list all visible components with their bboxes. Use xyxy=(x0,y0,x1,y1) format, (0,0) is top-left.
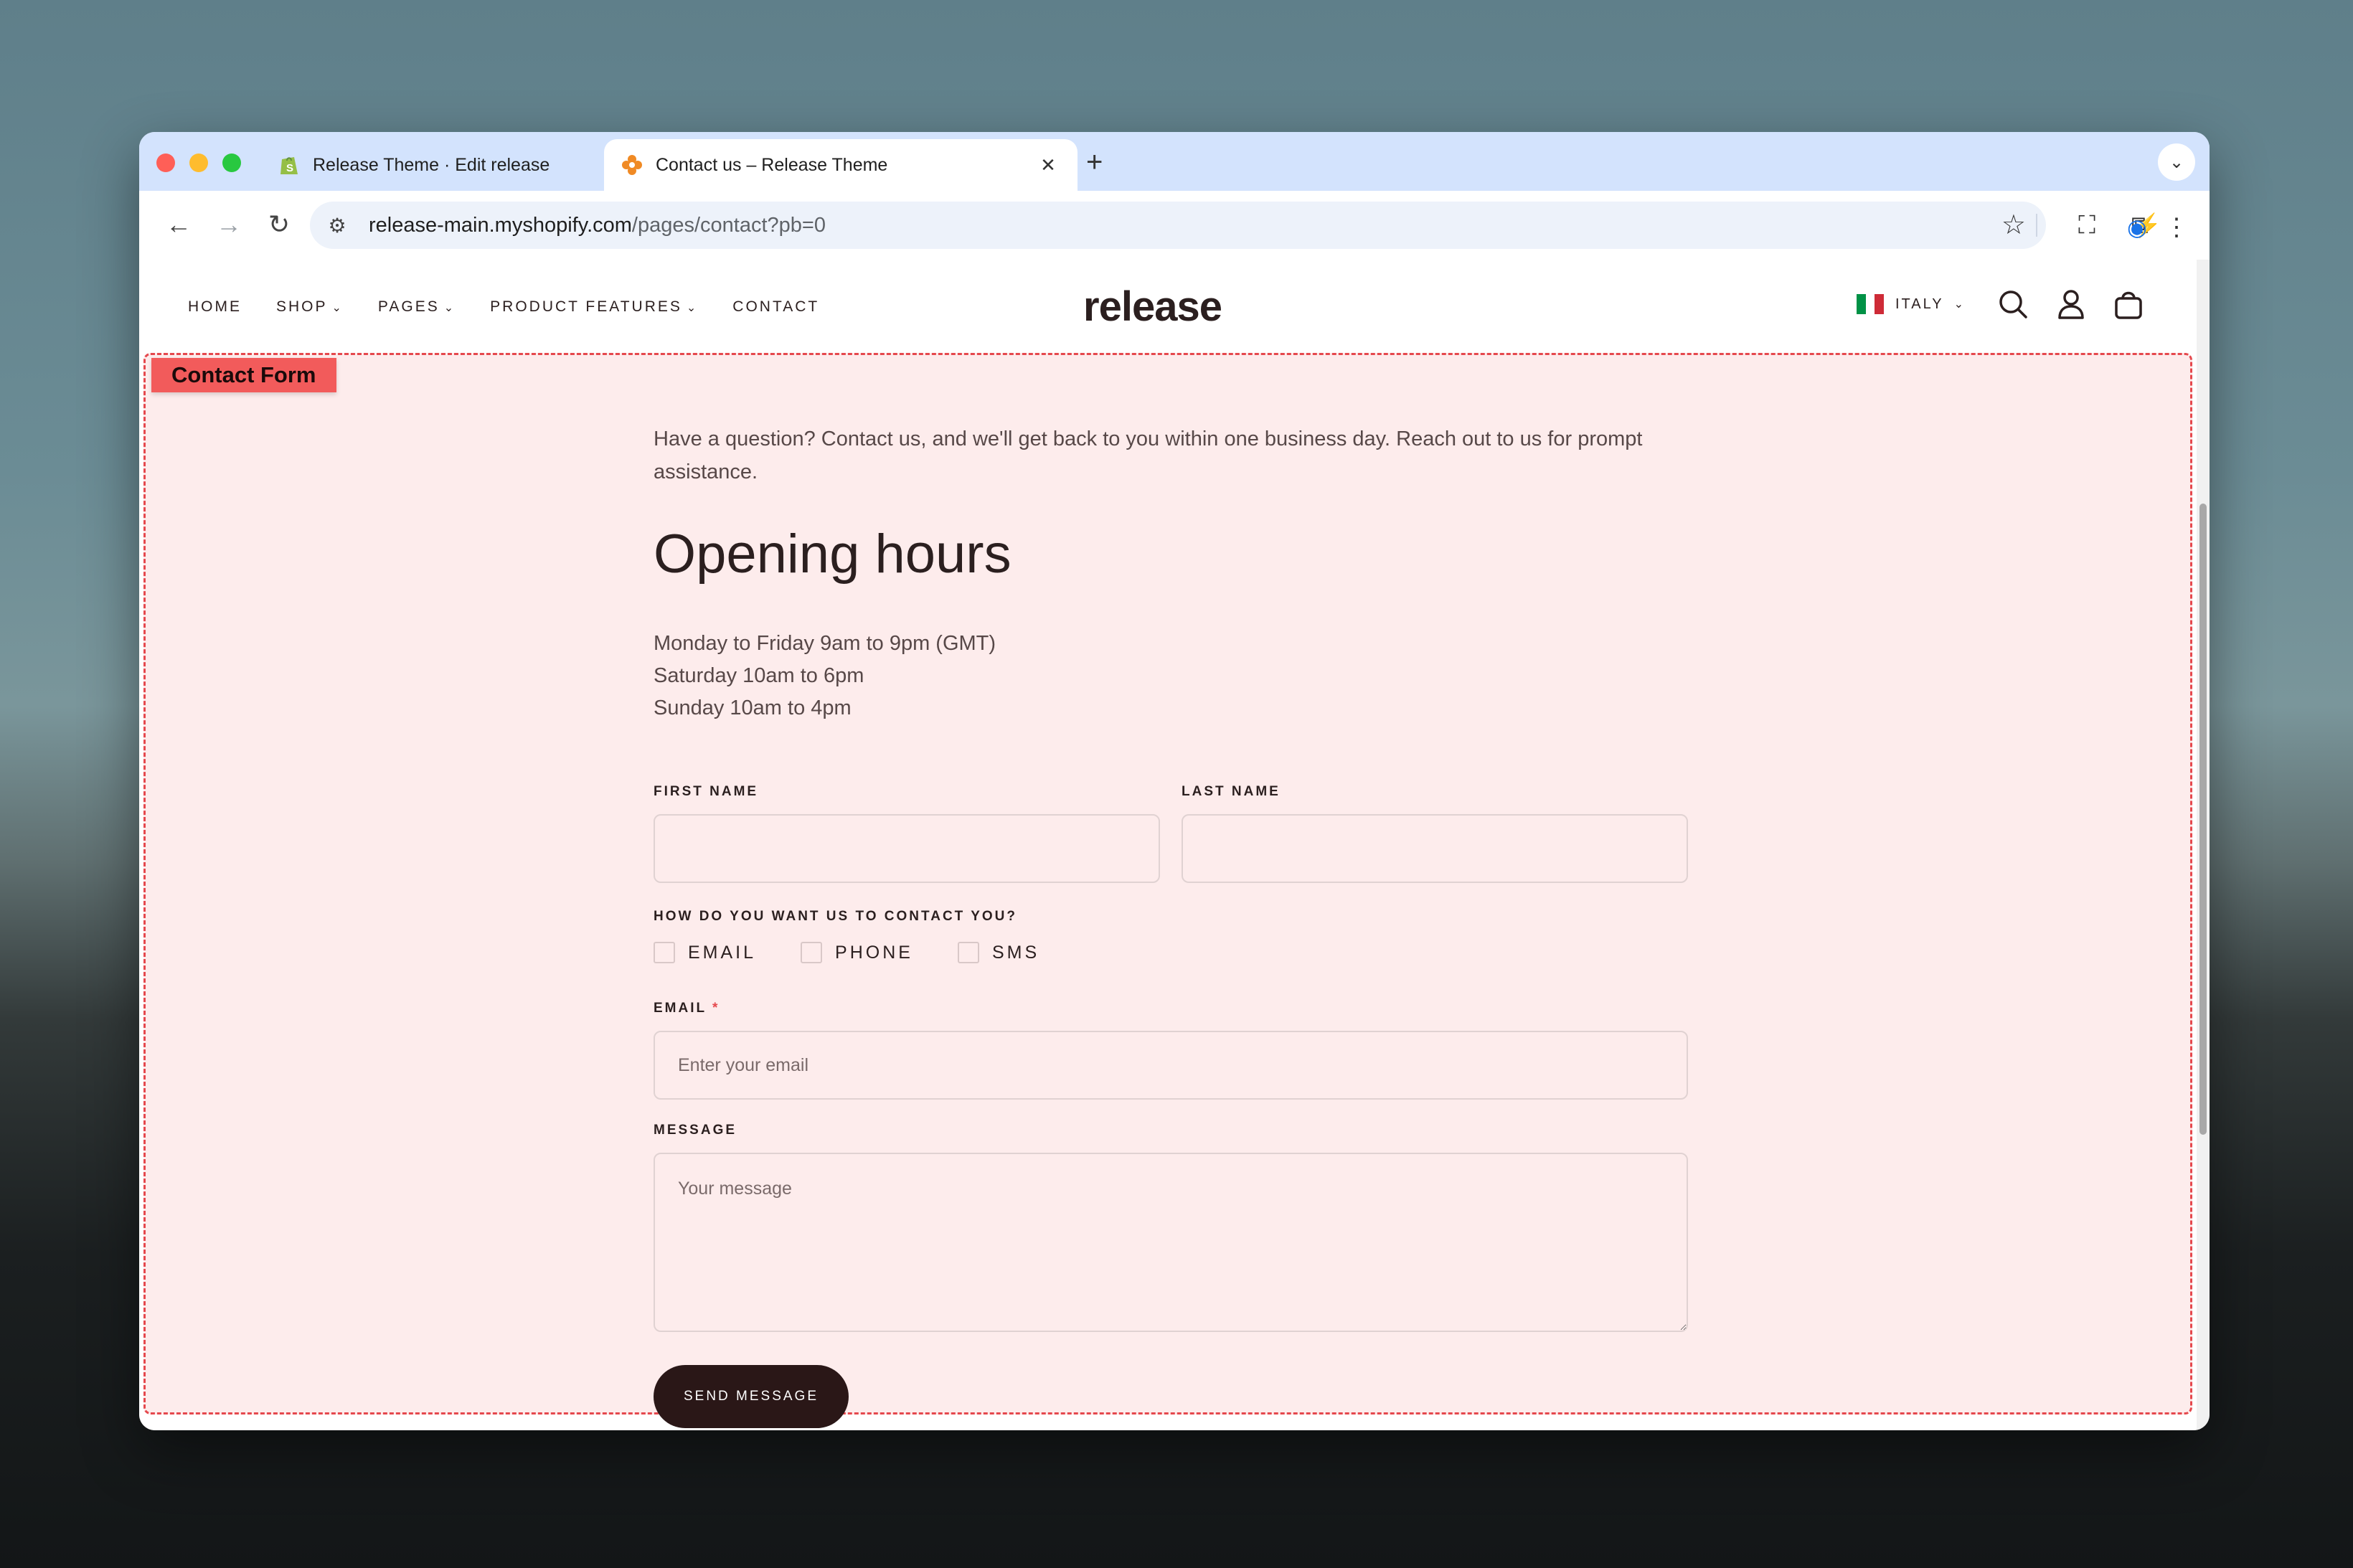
tab-bar: S Release Theme · Edit release ✕ Contact… xyxy=(139,132,2210,191)
url-host: release-main.myshopify.com xyxy=(369,213,632,237)
chevron-down-icon: ⌄ xyxy=(443,302,456,314)
nav-label: CONTACT xyxy=(732,298,820,315)
country-selector[interactable]: ITALY ⌄ xyxy=(1857,294,1966,314)
first-name-label: FIRST NAME xyxy=(654,784,759,799)
page-title: Opening hours xyxy=(654,524,1012,585)
contact-intro: Have a question? Contact us, and we'll g… xyxy=(654,428,1643,483)
required-marker: * xyxy=(712,1001,720,1016)
search-icon[interactable] xyxy=(1993,284,2034,326)
toolbar-divider xyxy=(2036,214,2037,237)
nav-label: PAGES xyxy=(377,298,440,315)
shop-page: HOME SHOP ⌄ PAGES ⌄ PRODUCT FEATURES ⌄ CONT… xyxy=(139,260,2197,1430)
maximize-window-button[interactable] xyxy=(222,154,241,172)
message-label: MESSAGE xyxy=(654,1123,737,1138)
email-field[interactable] xyxy=(654,1031,1688,1100)
tab-search-chevron-icon[interactable]: ⌄ xyxy=(2158,143,2195,181)
nav-shop[interactable]: SHOP ⌄ xyxy=(276,298,344,316)
last-name-field[interactable] xyxy=(1182,814,1688,883)
close-window-button[interactable] xyxy=(156,154,175,172)
site-settings-icon[interactable]: ⚙ xyxy=(323,214,352,237)
chevron-down-icon: ⌄ xyxy=(1953,298,1966,311)
email-label: EMAIL * xyxy=(654,1001,720,1016)
reload-icon[interactable]: ↻ xyxy=(261,207,297,242)
account-icon[interactable] xyxy=(2050,284,2092,326)
contact-method-options: EMAIL PHONE SMS xyxy=(654,942,1084,963)
cart-bag-icon[interactable] xyxy=(2108,284,2149,326)
url-path: /pages/contact?pb=0 xyxy=(631,213,826,237)
nav-pages[interactable]: PAGES ⌄ xyxy=(378,298,456,316)
release-theme-favicon xyxy=(622,155,642,175)
main-nav: HOME SHOP ⌄ PAGES ⌄ PRODUCT FEATURES ⌄ CONT… xyxy=(188,298,854,316)
scrollbar-thumb[interactable] xyxy=(2199,504,2207,1135)
tab-contact-us[interactable]: Contact us – Release Theme ✕ xyxy=(604,139,1078,191)
browser-menu-icon[interactable]: ⋮ xyxy=(2162,208,2191,247)
phone-checkbox[interactable] xyxy=(801,942,823,963)
sms-checkbox[interactable] xyxy=(957,942,979,963)
page-scrollbar[interactable] xyxy=(2197,260,2210,1430)
profile-avatar-icon[interactable]: ◉ xyxy=(2118,208,2156,247)
send-message-button[interactable]: SEND MESSAGE xyxy=(654,1365,849,1428)
option-label: PHONE xyxy=(835,942,913,963)
bookmark-star-icon[interactable]: ☆ xyxy=(2001,209,2026,241)
message-textarea[interactable] xyxy=(654,1153,1688,1332)
nav-label: HOME xyxy=(188,298,242,315)
nav-label: SHOP xyxy=(276,298,328,315)
shopify-icon: S xyxy=(280,157,298,174)
hours-line: Monday to Friday 9am to 9pm (GMT) xyxy=(654,632,996,655)
browser-toolbar: ← → ↻ ⚙ release-main.myshopify.com/pages… xyxy=(139,191,2210,261)
browser-window: S Release Theme · Edit release ✕ Contact… xyxy=(139,132,2210,1430)
sms-checkbox-option[interactable]: SMS xyxy=(957,942,1040,963)
italy-flag-icon xyxy=(1857,294,1885,314)
close-icon[interactable]: ✕ xyxy=(1036,154,1060,176)
hours-line: Saturday 10am to 6pm xyxy=(654,664,864,687)
opening-hours-list: Monday to Friday 9am to 9pm (GMT) Saturd… xyxy=(654,628,996,724)
address-bar[interactable]: ⚙ release-main.myshopify.com/pages/conta… xyxy=(310,202,2046,249)
email-checkbox[interactable] xyxy=(654,942,675,963)
country-label: ITALY xyxy=(1895,296,1944,312)
new-tab-button[interactable]: + xyxy=(1086,148,1103,176)
last-name-label: LAST NAME xyxy=(1182,784,1281,799)
screenshot-icon[interactable]: ⛶ xyxy=(2067,207,2106,244)
svg-text:S: S xyxy=(286,162,293,174)
first-name-field[interactable] xyxy=(654,814,1160,883)
contact-method-label: HOW DO YOU WANT US TO CONTACT YOU? xyxy=(654,909,1017,924)
nav-home[interactable]: HOME xyxy=(188,298,242,316)
hours-line: Sunday 10am to 4pm xyxy=(654,696,852,719)
option-label: SMS xyxy=(991,942,1040,963)
nav-product-features[interactable]: PRODUCT FEATURES ⌄ xyxy=(490,298,698,316)
back-arrow-icon[interactable]: ← xyxy=(161,207,197,242)
contact-form-section: Contact Form Have a question? Contact us… xyxy=(143,353,2192,1428)
nav-label: PRODUCT FEATURES xyxy=(490,298,682,315)
forward-arrow-icon[interactable]: → xyxy=(211,207,247,242)
email-checkbox-option[interactable]: EMAIL xyxy=(654,942,756,963)
section-label: Contact Form xyxy=(151,358,336,392)
site-logo[interactable]: release xyxy=(1083,283,1222,331)
site-header: HOME SHOP ⌄ PAGES ⌄ PRODUCT FEATURES ⌄ CONT… xyxy=(139,260,2197,353)
email-label-text: EMAIL xyxy=(654,1001,707,1016)
minimize-window-button[interactable] xyxy=(189,154,208,172)
tab-title: Contact us – Release Theme xyxy=(656,154,888,175)
phone-checkbox-option[interactable]: PHONE xyxy=(801,942,913,963)
nav-contact[interactable]: CONTACT xyxy=(732,298,819,316)
chevron-down-icon: ⌄ xyxy=(331,302,344,314)
url-text[interactable]: release-main.myshopify.com/pages/contact… xyxy=(369,214,826,237)
chevron-down-icon: ⌄ xyxy=(686,302,699,314)
option-label: EMAIL xyxy=(688,942,757,963)
